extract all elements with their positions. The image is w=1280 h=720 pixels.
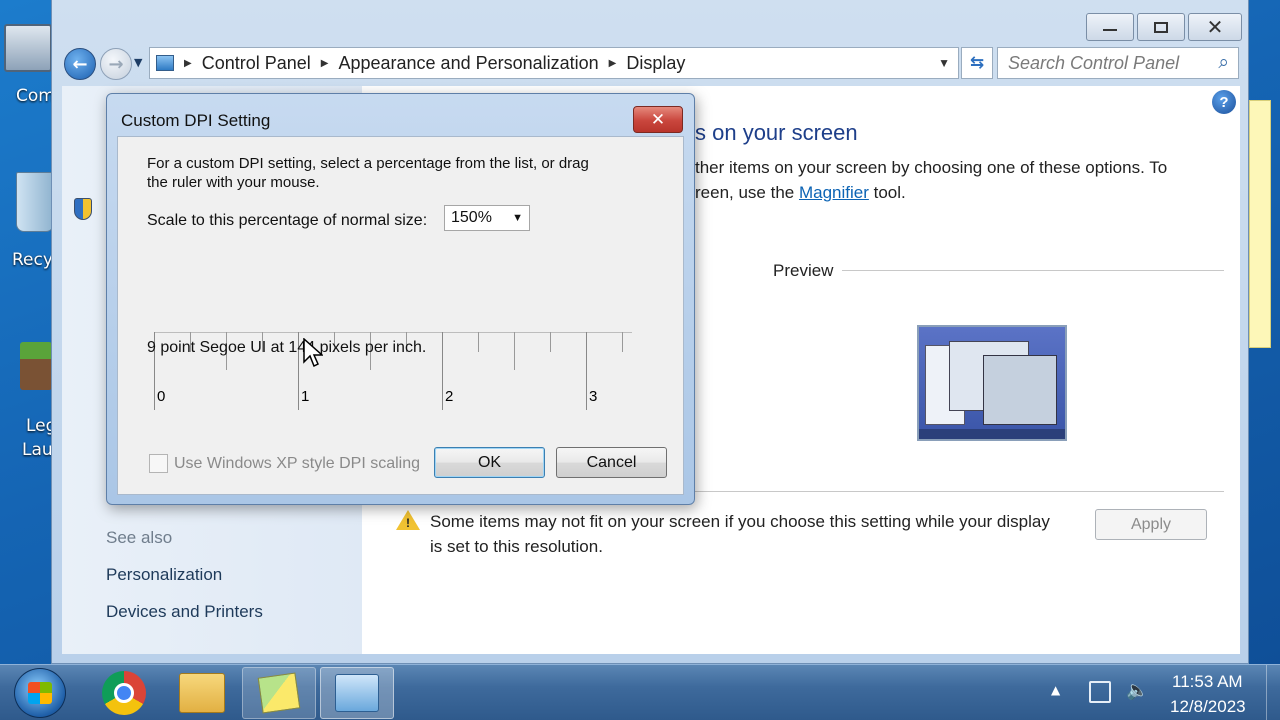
control-panel-icon <box>335 674 379 712</box>
xp-scaling-label: Use Windows XP style DPI scaling <box>174 455 421 472</box>
section-divider <box>695 491 1224 492</box>
help-button[interactable]: ? <box>1212 90 1236 114</box>
ruler-tick <box>586 332 587 410</box>
address-bar[interactable]: ▶ Control Panel ▶ Appearance and Persona… <box>149 47 959 79</box>
minimize-icon <box>1103 29 1117 31</box>
close-icon: ✕ <box>1206 15 1224 39</box>
warning-line-2: is set to this resolution. <box>430 537 603 556</box>
computer-icon <box>4 24 52 72</box>
personalization-link[interactable]: Personalization <box>106 565 222 585</box>
arrow-left-icon: ← <box>72 53 88 75</box>
clock-time[interactable]: 11:53 AM <box>1172 672 1243 692</box>
taskbar-sticky-notes-button[interactable] <box>242 667 316 719</box>
arrow-right-icon: → <box>108 53 124 75</box>
ruler-tick <box>550 332 551 352</box>
taskbar-control-panel-button[interactable] <box>320 667 394 719</box>
ruler-label: 1 <box>301 388 310 405</box>
warning-line-1: Some items may not fit on your screen if… <box>430 512 1050 531</box>
preview-image <box>917 325 1067 441</box>
chevron-right-icon: ▶ <box>184 57 192 69</box>
ruler-label: 3 <box>589 388 598 405</box>
preview-label: Preview <box>773 261 834 280</box>
search-input[interactable]: Search Control Panel ⌕ <box>997 47 1239 79</box>
chrome-icon <box>102 671 146 715</box>
apply-button[interactable]: Apply <box>1095 509 1207 540</box>
instructions-line-1: For a custom DPI setting, select a perce… <box>147 155 589 172</box>
windows-logo-icon <box>28 682 52 704</box>
maximize-button[interactable] <box>1137 13 1185 41</box>
scale-label: Scale to this percentage of normal size: <box>147 212 428 229</box>
show-hidden-icons-button[interactable]: ▲ <box>1051 683 1060 697</box>
warning-icon-mark: ! <box>406 516 410 530</box>
dialog-body: For a custom DPI setting, select a perce… <box>117 136 684 495</box>
see-also-heading: See also <box>106 528 173 547</box>
chevron-down-icon: ▼ <box>512 212 523 224</box>
breadcrumb-appearance[interactable]: ▶ Appearance and Personalization <box>321 53 599 74</box>
desktop-icon-label: Lau <box>22 440 53 460</box>
ruler-label: 2 <box>445 388 454 405</box>
page-heading: s on your screen <box>695 120 858 145</box>
desktop-icon-label: Recy <box>12 250 53 270</box>
address-dropdown-icon[interactable]: ▼ <box>938 56 950 70</box>
ruler-tick <box>442 332 443 410</box>
restore-icon <box>1154 21 1168 33</box>
folder-icon <box>179 673 225 713</box>
description-line-1: ther items on your screen by choosing on… <box>695 158 1168 177</box>
minimize-button[interactable] <box>1086 13 1134 41</box>
close-button[interactable]: ✕ <box>1188 13 1242 41</box>
description-line-2: reen, use the Magnifier tool. <box>695 183 906 202</box>
ruler-tick <box>622 332 623 352</box>
breadcrumb-display[interactable]: ▶ Display <box>609 53 686 74</box>
volume-muted-icon[interactable]: 🔈 <box>1126 680 1148 701</box>
refresh-icon: ⇆ <box>969 53 985 73</box>
ok-button[interactable]: OK <box>434 447 545 478</box>
minecraft-grass-icon <box>20 342 52 390</box>
back-button[interactable]: ← <box>64 48 96 80</box>
recycle-bin-icon <box>16 172 54 232</box>
taskbar: ▲ 🔈 11:53 AM 12/8/2023 <box>0 664 1280 720</box>
network-icon[interactable] <box>1089 681 1111 703</box>
breadcrumb-control-panel[interactable]: ▶ Control Panel <box>184 53 311 74</box>
ruler-tick <box>514 332 515 370</box>
sticky-note-window <box>1249 100 1271 348</box>
forward-button[interactable]: → <box>100 48 132 80</box>
close-icon: ✕ <box>650 109 666 130</box>
instructions-line-2: the ruler with your mouse. <box>147 174 320 191</box>
devices-printers-link[interactable]: Devices and Printers <box>106 602 263 622</box>
custom-dpi-dialog: Custom DPI Setting ✕ For a custom DPI se… <box>106 93 695 505</box>
control-panel-icon <box>156 55 174 71</box>
magnifier-link[interactable]: Magnifier <box>799 183 869 202</box>
chevron-right-icon: ▶ <box>320 57 329 69</box>
preview-divider <box>842 270 1224 271</box>
desktop-icon-legacy-launcher[interactable]: Leg Lau <box>0 342 56 460</box>
desktop-icon-computer[interactable]: Com <box>0 24 55 106</box>
scale-dropdown[interactable]: 150% ▼ <box>444 205 530 231</box>
sticky-notes-icon <box>257 672 301 714</box>
taskbar-chrome-button[interactable] <box>87 667 161 719</box>
show-desktop-button[interactable] <box>1266 665 1280 720</box>
mouse-cursor-icon <box>303 338 323 368</box>
taskbar-file-explorer-button[interactable] <box>165 667 239 719</box>
shield-icon <box>74 198 92 220</box>
dialog-title: Custom DPI Setting <box>121 111 271 130</box>
navigation-bar: ← → ▼ ▶ Control Panel ▶ Appearance and P… <box>52 44 1250 84</box>
ruler-tick <box>478 332 479 352</box>
clock-date[interactable]: 12/8/2023 <box>1170 697 1246 717</box>
cancel-button[interactable]: Cancel <box>556 447 667 478</box>
start-button[interactable] <box>14 668 66 718</box>
sample-text: 9 point Segoe UI at 144 pixels per inch. <box>147 339 427 356</box>
recent-pages-dropdown-icon[interactable]: ▼ <box>134 56 142 69</box>
dialog-close-button[interactable]: ✕ <box>633 106 683 133</box>
refresh-button[interactable]: ⇆ <box>961 47 993 79</box>
chevron-right-icon: ▶ <box>608 57 617 69</box>
ruler-label: 0 <box>157 388 166 405</box>
desktop-icon-recycle-bin[interactable]: Recy <box>0 172 54 270</box>
desktop-icon-label: Com <box>16 86 55 106</box>
search-icon: ⌕ <box>1218 52 1229 73</box>
xp-scaling-checkbox[interactable] <box>149 454 168 473</box>
